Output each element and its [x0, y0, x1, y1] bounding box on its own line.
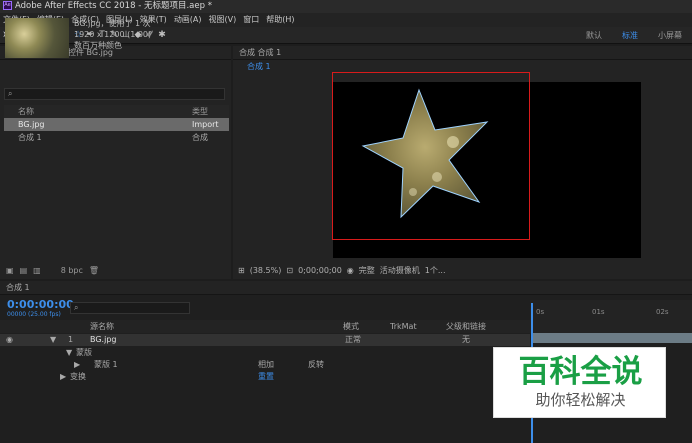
- ruler-tick: 02s: [656, 308, 669, 316]
- timeline-columns: 源名称 模式 TrkMat 父级和链接: [0, 320, 530, 333]
- usage-count: ，使用了 1 次: [100, 19, 151, 28]
- color-depth: 数百万种颜色: [74, 41, 122, 50]
- table-row[interactable]: 合成 1 合成: [4, 131, 229, 144]
- col-trkmat[interactable]: TrkMat: [390, 320, 417, 333]
- comp-timecode[interactable]: 0;00;00;00: [298, 266, 342, 275]
- search-icon: ⌕: [74, 303, 79, 312]
- reset-link[interactable]: 重置: [258, 371, 274, 383]
- col-mode[interactable]: 模式: [343, 320, 359, 333]
- project-table-header: 名称 类型: [4, 105, 229, 118]
- layer-duration-bar[interactable]: [533, 333, 692, 343]
- expand-icon[interactable]: ▶: [60, 371, 66, 383]
- project-footer: ▣ ▤ ▥ 8 bpc 🗑: [0, 264, 231, 278]
- tab-timeline[interactable]: 合成 1: [6, 283, 30, 292]
- workspace-default[interactable]: 默认: [576, 27, 612, 44]
- watermark-subtitle: 助你轻松解决: [535, 391, 626, 409]
- workspace-small-screen[interactable]: 小屏幕: [648, 27, 692, 44]
- new-comp-icon[interactable]: ▥: [33, 266, 41, 275]
- grid-icon[interactable]: ⊡: [286, 266, 293, 275]
- bpc-label[interactable]: 8 bpc: [61, 266, 83, 275]
- layer-number: 1: [68, 335, 74, 344]
- project-table: 名称 类型 BG.jpg Import 合成 1 合成: [4, 105, 229, 144]
- comp-footer: ⊞ (38.5%) ⊡ 0;00;00;00 ◉ 完整 活动摄像机 1个...: [233, 263, 692, 278]
- mask-name[interactable]: 蒙版 1: [94, 359, 118, 371]
- col-source-name[interactable]: 源名称: [90, 320, 114, 333]
- layer-parent[interactable]: 无: [462, 334, 470, 346]
- search-icon: ⌕: [8, 89, 13, 98]
- comp-panel-header: 合成 合成 1: [233, 46, 692, 60]
- transform-label: 变换: [70, 372, 86, 381]
- title-bar: Ae Adobe After Effects CC 2018 - 无标题项目.ae…: [0, 0, 692, 13]
- row-name: 合成 1: [18, 133, 42, 142]
- workspace-standard[interactable]: 标准: [612, 27, 648, 44]
- workspace-switcher: 默认 标准 小屏幕: [576, 27, 692, 44]
- col-name[interactable]: 名称: [18, 105, 34, 118]
- expand-icon[interactable]: ▶: [74, 359, 80, 371]
- project-panel: 项目效果控件 BG.jpg: [0, 46, 231, 279]
- row-name: BG.jpg: [18, 120, 45, 129]
- expand-icon[interactable]: ▼: [50, 334, 56, 346]
- mask-mode-select[interactable]: 相加: [258, 359, 274, 371]
- table-row[interactable]: BG.jpg Import: [4, 118, 229, 131]
- ruler-tick: 01s: [592, 308, 605, 316]
- trash-icon[interactable]: 🗑: [89, 266, 99, 275]
- mask-group-row[interactable]: ▼ 蒙版: [0, 347, 530, 359]
- menu-view[interactable]: 视图(V): [209, 15, 237, 24]
- zoom-level[interactable]: (38.5%): [250, 266, 282, 275]
- views-select[interactable]: 1个...: [425, 266, 446, 275]
- visibility-icon[interactable]: ◉: [6, 334, 13, 346]
- magnification-icon[interactable]: ⊞: [238, 266, 245, 275]
- mask-group-label: 蒙版: [76, 348, 92, 357]
- layer-name[interactable]: BG.jpg: [90, 334, 116, 346]
- menu-window[interactable]: 窗口: [243, 15, 259, 24]
- tab-composition[interactable]: 合成 合成 1: [239, 48, 281, 57]
- watermark: 百科全说 助你轻松解决: [493, 347, 666, 418]
- layer-row[interactable]: ◉ ▼ 1 BG.jpg 正常 无: [0, 334, 530, 346]
- timeline-timecode[interactable]: 0:00:00:00: [7, 298, 74, 311]
- ae-logo-icon: Ae: [3, 1, 12, 10]
- mask-invert-label[interactable]: 反转: [308, 359, 324, 371]
- project-search-input[interactable]: ⌕: [4, 88, 225, 100]
- col-type[interactable]: 类型: [192, 105, 208, 118]
- window-title: Adobe After Effects CC 2018 - 无标题项目.aep …: [15, 1, 212, 11]
- puppet-tool-icon[interactable]: ✱: [156, 27, 168, 43]
- mask-row[interactable]: ▶ 蒙版 1 相加 反转: [0, 359, 530, 371]
- row-type: 合成: [192, 133, 208, 142]
- menu-animation[interactable]: 动画(A): [174, 15, 202, 24]
- col-parent[interactable]: 父级和链接: [446, 320, 486, 333]
- ruler-tick: 0s: [536, 308, 545, 316]
- file-info: BG.jpg，使用了 1 次 1920 x 1200 (1.00) 数百万种颜色: [74, 18, 151, 51]
- timeline-frames: 00000 (25.00 fps): [7, 311, 61, 318]
- file-dimensions: 1920 x 1200 (1.00): [74, 30, 152, 39]
- layer-mode[interactable]: 正常: [345, 334, 361, 346]
- camera-select[interactable]: 活动摄像机: [380, 266, 420, 275]
- file-name: BG.jpg: [74, 19, 101, 28]
- time-ruler[interactable]: 0s 01s 02s: [530, 300, 692, 333]
- transform-row[interactable]: ▶ 变换 重置: [0, 371, 530, 383]
- menu-help[interactable]: 帮助(H): [266, 15, 294, 24]
- timeline-header: 合成 1: [0, 281, 692, 295]
- timeline-search-input[interactable]: ⌕: [70, 302, 190, 314]
- expand-icon[interactable]: ▼: [66, 347, 72, 359]
- watermark-title: 百科全说: [518, 354, 643, 390]
- bg-thumbnail: [5, 18, 69, 58]
- new-folder-icon[interactable]: ▤: [20, 266, 28, 275]
- highlight-box: [332, 72, 530, 240]
- row-type: Import: [192, 120, 219, 129]
- interpret-footage-icon[interactable]: ▣: [6, 266, 14, 275]
- resolution-select[interactable]: 完整: [359, 266, 375, 275]
- snapshot-icon[interactable]: ◉: [347, 266, 354, 275]
